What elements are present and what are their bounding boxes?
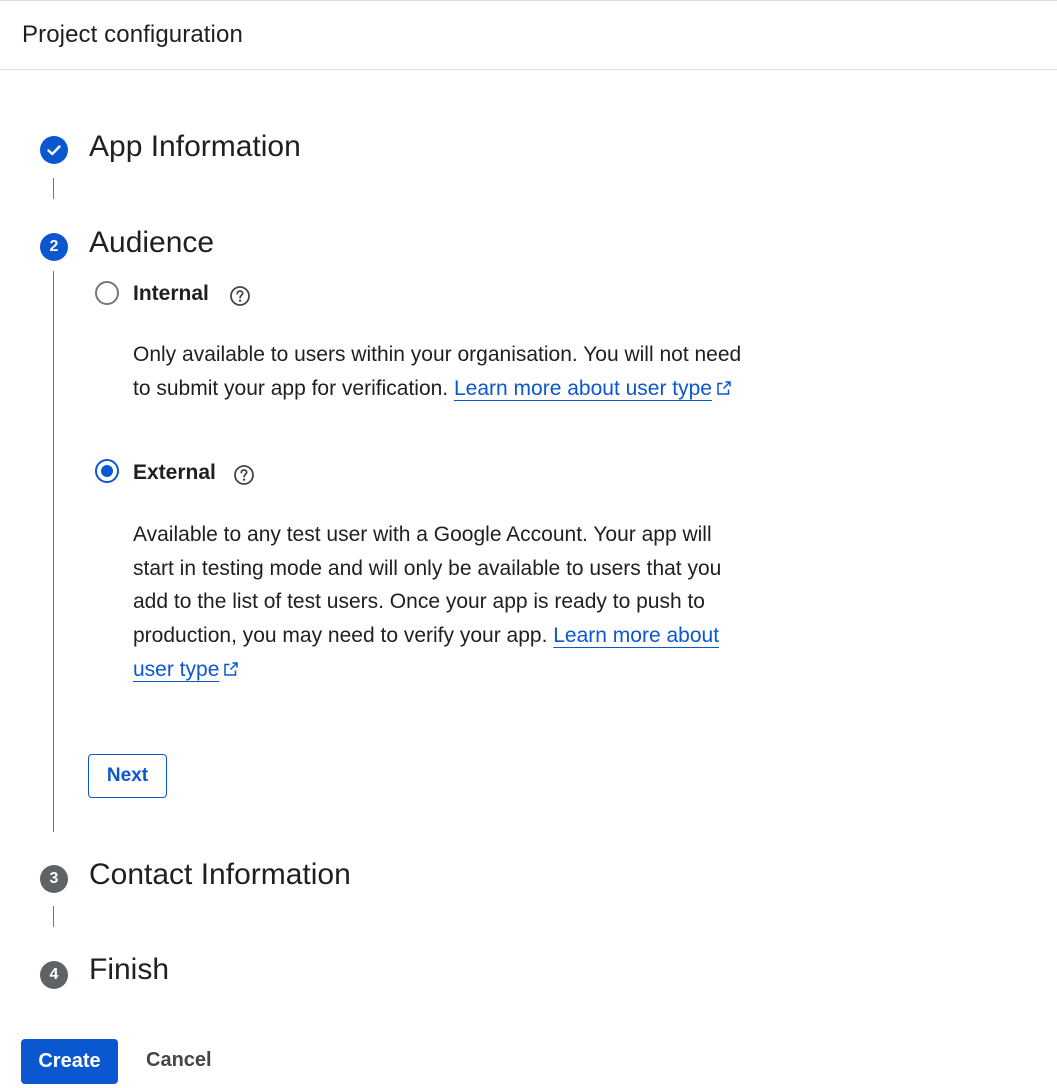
page-title: Project configuration — [22, 21, 243, 48]
step-number-badge: 2 — [40, 233, 68, 261]
page-header: Project configuration — [0, 0, 1057, 70]
internal-description: Only available to users within your orga… — [133, 338, 758, 405]
internal-radio-label[interactable]: Internal — [133, 282, 209, 306]
internal-radio[interactable] — [95, 281, 119, 305]
step-title-contact-information[interactable]: Contact Information — [89, 858, 351, 892]
step-title-finish[interactable]: Finish — [89, 953, 169, 987]
help-icon[interactable] — [233, 464, 255, 486]
learn-more-link-text[interactable]: Learn more about user type — [454, 377, 712, 400]
step-number-badge: 3 — [40, 865, 68, 893]
help-icon[interactable] — [229, 285, 251, 307]
open-in-new-icon — [717, 380, 731, 395]
next-button[interactable]: Next — [88, 754, 167, 798]
external-description: Available to any test user with a Google… — [133, 518, 758, 687]
step-completed-check-icon — [40, 136, 68, 164]
open-in-new-icon — [224, 662, 239, 676]
step-connector — [53, 178, 54, 199]
external-radio[interactable] — [95, 459, 119, 483]
project-configuration-page: Project configuration App Information 2 … — [0, 0, 1057, 1088]
step-connector — [53, 906, 54, 927]
step-connector — [53, 271, 54, 832]
learn-more-user-type-link[interactable]: Learn more about user type — [454, 377, 732, 400]
step-number-badge: 4 — [40, 961, 68, 989]
step-title-audience[interactable]: Audience — [89, 226, 214, 260]
external-radio-label[interactable]: External — [133, 461, 216, 485]
create-button[interactable]: Create — [21, 1039, 118, 1084]
cancel-button[interactable]: Cancel — [146, 1049, 212, 1072]
step-title-app-information[interactable]: App Information — [89, 130, 301, 164]
